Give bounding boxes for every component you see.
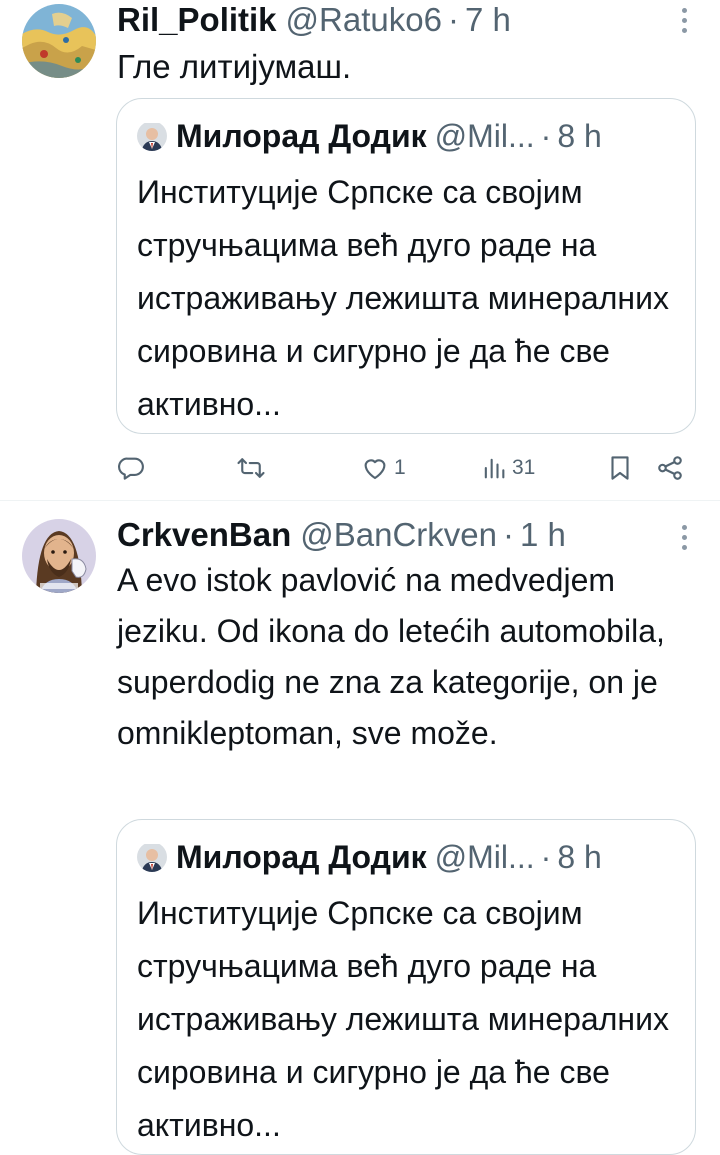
quoted-avatar <box>137 121 167 151</box>
tweet-actions: 1 31 <box>0 448 720 488</box>
views-icon <box>480 454 508 482</box>
tweet-text: A evo istok pavlović na medvedjem jeziku… <box>117 562 665 751</box>
quoted-tweet[interactable]: Милорад Додик @Mil... · 8 h Институције … <box>116 98 696 434</box>
quoted-tweet-text: Институције Српске са својим стручњацима… <box>137 895 669 1143</box>
views-count: 31 <box>512 456 536 479</box>
author-name[interactable]: Ril_Politik <box>117 0 277 40</box>
timestamp[interactable]: 7 h <box>465 0 511 40</box>
author-name[interactable]: CrkvenBan <box>117 515 291 555</box>
avatar[interactable] <box>22 519 96 593</box>
tweet-text: Гле литијумаш. <box>117 48 352 85</box>
separator-dot: · <box>540 118 552 154</box>
quoted-timestamp: 8 h <box>557 118 602 154</box>
more-icon[interactable] <box>678 0 690 40</box>
like-button[interactable]: 1 <box>360 448 406 488</box>
quoted-author-name: Милорад Додик <box>176 118 427 154</box>
retweet-icon <box>236 453 266 483</box>
like-count: 1 <box>394 456 406 479</box>
tweet[interactable]: CrkvenBan @BanCrkven · 1 h A evo istok p… <box>0 501 720 1155</box>
author-handle[interactable]: @BanCrkven <box>300 515 497 555</box>
quoted-author-name: Милорад Додик <box>176 839 427 875</box>
share-icon <box>655 453 685 483</box>
separator-dot: · <box>540 839 552 875</box>
quoted-tweet[interactable]: Милорад Додик @Mil... · 8 h Институције … <box>116 819 696 1155</box>
timestamp[interactable]: 1 h <box>520 515 566 555</box>
bookmark-button[interactable] <box>605 448 635 488</box>
tweet[interactable]: Ril_Politik @Ratuko6 · 7 h Гле литијумаш… <box>0 0 720 500</box>
bookmark-icon <box>605 453 635 483</box>
author-handle[interactable]: @Ratuko6 <box>286 0 442 40</box>
reply-icon <box>116 453 146 483</box>
quoted-avatar <box>137 842 167 872</box>
more-icon[interactable] <box>678 517 690 557</box>
views-button[interactable]: 31 <box>480 448 535 488</box>
reply-button[interactable] <box>116 448 150 488</box>
quoted-author-handle: @Mil... <box>434 839 535 875</box>
retweet-button[interactable] <box>236 448 270 488</box>
quoted-tweet-text: Институције Српске са својим стручњацима… <box>137 174 669 422</box>
avatar[interactable] <box>22 4 96 78</box>
separator-dot: · <box>502 516 514 553</box>
quoted-author-handle: @Mil... <box>434 118 535 154</box>
share-button[interactable] <box>655 448 685 488</box>
quoted-timestamp: 8 h <box>557 839 602 875</box>
separator-dot: · <box>447 1 459 38</box>
like-icon <box>360 453 390 483</box>
